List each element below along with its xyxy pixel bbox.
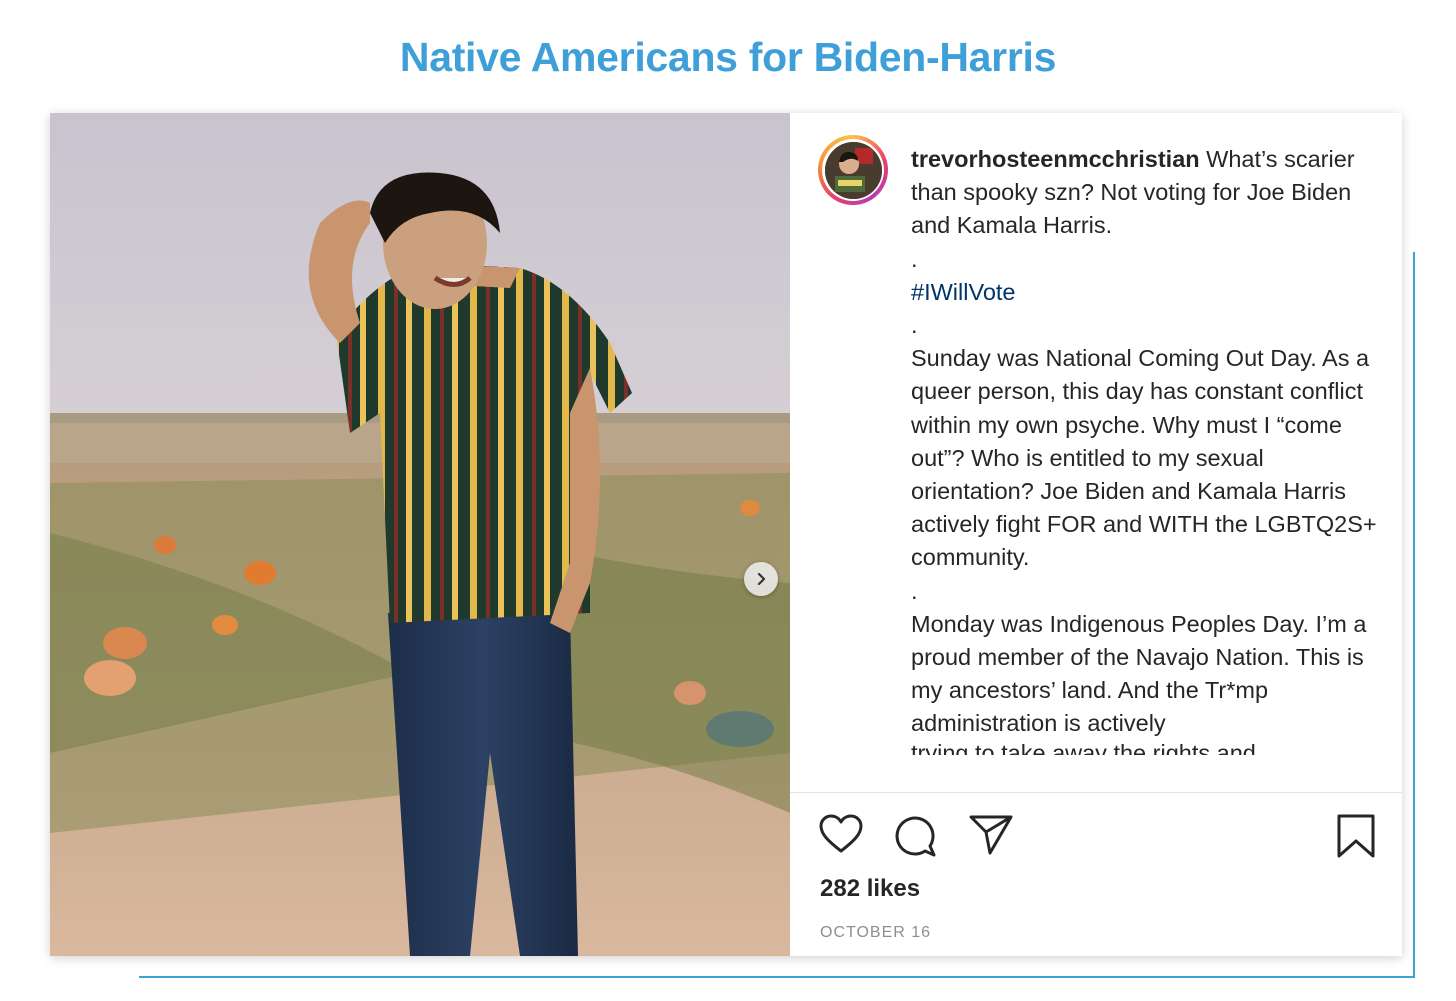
likes-count[interactable]: 282 likes: [820, 875, 920, 903]
avatar-border: [822, 139, 884, 201]
caption-text: Sunday was National Coming Out Day. As a…: [911, 345, 1377, 571]
hashtag-link[interactable]: #IWillVote: [911, 276, 1389, 309]
avatar[interactable]: [818, 135, 888, 205]
comment-icon[interactable]: [892, 813, 938, 864]
heart-icon[interactable]: [818, 813, 864, 860]
chevron-right-icon: [754, 572, 768, 586]
caption-separator: .: [911, 577, 918, 604]
caption-separator: .: [911, 245, 918, 272]
post-actions: [818, 813, 1378, 863]
instagram-post-card: trevorhosteenmcchristian What’s scarier …: [50, 113, 1402, 956]
divider: [790, 792, 1402, 793]
bookmark-icon[interactable]: [1336, 813, 1376, 864]
caption-text: trying to take away the rights and: [911, 740, 1256, 755]
post-date: OCTOBER 16: [820, 924, 932, 941]
avatar-image: [824, 141, 882, 199]
page-headline: Native Americans for Biden-Harris: [399, 34, 1057, 80]
carousel-next-button[interactable]: [744, 562, 778, 596]
caption-cutoff-line: trying to take away the rights and: [911, 741, 1389, 755]
post-photo: [50, 113, 790, 956]
post-caption: trevorhosteenmcchristian What’s scarier …: [911, 143, 1389, 755]
caption-separator: .: [911, 312, 918, 339]
share-icon[interactable]: [968, 813, 1014, 862]
caption-text: Monday was Indigenous Peoples Day. I’m a…: [911, 610, 1367, 737]
post-username[interactable]: trevorhosteenmcchristian: [911, 146, 1200, 172]
post-details-panel: trevorhosteenmcchristian What’s scarier …: [790, 113, 1402, 956]
